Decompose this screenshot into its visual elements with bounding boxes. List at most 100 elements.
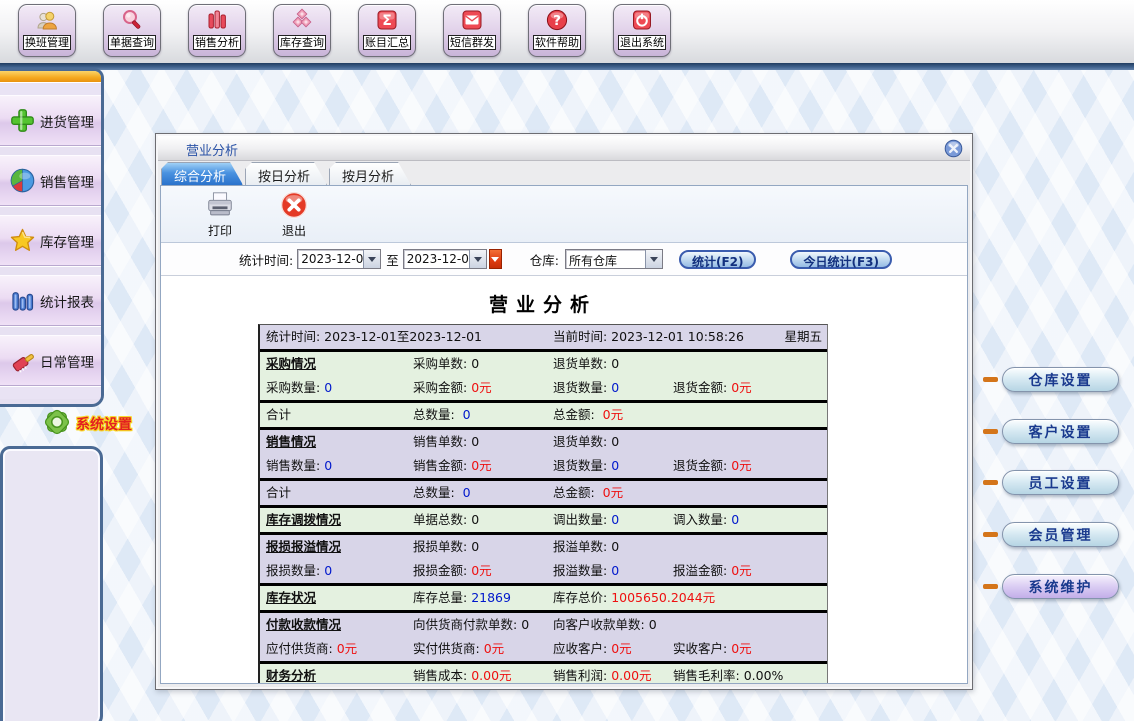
side-button-2[interactable]: 员工设置 <box>1002 470 1119 495</box>
report-cell: 退货单数: 0 <box>547 352 667 376</box>
report-cell: 合计 <box>260 403 407 427</box>
tab-0[interactable]: 综合分析 <box>161 162 243 185</box>
chevron-down-icon[interactable] <box>645 250 662 268</box>
report-cell: 报损金额: 0元 <box>407 559 547 583</box>
report-cell <box>667 430 827 454</box>
report-cell: 应付供货商: 0元 <box>260 637 407 661</box>
toolbar-button-power[interactable]: 退出系统 <box>613 4 671 57</box>
dialog-title: 营业分析 <box>186 140 238 159</box>
print-label: 打印 <box>208 224 232 238</box>
side-button-4[interactable]: 系统维护 <box>1002 574 1119 599</box>
report-cell: 销售数量: 0 <box>260 454 407 478</box>
report-cell: 销售情况 <box>260 430 407 454</box>
report-text: 报损单数: <box>413 539 471 554</box>
report-row: 采购情况采购单数: 0退货单数: 0 <box>260 349 827 376</box>
report-text: 销售数量: <box>266 458 324 473</box>
exit-button[interactable]: 退出 <box>269 190 319 239</box>
toolbar-button-question[interactable]: ?软件帮助 <box>528 4 586 57</box>
report-cell: 销售金额: 0元 <box>407 454 547 478</box>
report-text: 应付供货商: <box>266 641 337 656</box>
report-cell: 库存总量: 21869 <box>407 586 547 610</box>
report-cell: 财务分析 <box>260 664 407 683</box>
toolbar-button-bar-chart[interactable]: 销售分析 <box>188 4 246 57</box>
report-text: 调出数量: <box>553 512 611 527</box>
side-button-1[interactable]: 客户设置 <box>1002 419 1119 444</box>
report-text: 销售金额: <box>413 458 471 473</box>
side-button-3[interactable]: 会员管理 <box>1002 522 1119 547</box>
report-text: 0元 <box>731 563 751 578</box>
report-text: 0 <box>611 563 619 578</box>
report-text: 0 <box>611 356 619 371</box>
svg-text:Σ: Σ <box>382 13 392 29</box>
report-text: 0 <box>471 512 479 527</box>
sidebar-item-4[interactable]: 日常管理 <box>0 335 101 386</box>
report-cell: 统计时间: 2023-12-01至2023-12-01 <box>260 325 547 349</box>
report-text: 退货金额: <box>673 458 731 473</box>
report-cell: 退货数量: 0 <box>547 454 667 478</box>
print-button[interactable]: 打印 <box>195 190 245 239</box>
report-text: 0元 <box>611 641 631 656</box>
sidebar-item-3[interactable]: 统计报表 <box>0 275 101 326</box>
report-cell: 销售毛利率: 0.00% <box>667 664 827 683</box>
dialog-titlebar[interactable]: 营业分析 <box>158 136 970 161</box>
report-cell: 库存状况 <box>260 586 407 610</box>
report-cell: 报溢数量: 0 <box>547 559 667 583</box>
gear-icon <box>42 407 72 441</box>
report-text: 0元 <box>603 485 623 500</box>
report-text: 0元 <box>731 458 751 473</box>
report-text: 报溢数量: <box>553 563 611 578</box>
report-text: 合计 <box>266 485 291 500</box>
date-to-select[interactable]: 2023-12-01 <box>403 249 487 269</box>
app-window: 换班管理单据查询 销售分析库存查询 Σ账目汇总短信群发 ?软件帮助退出系统 进货管理销… <box>0 0 1134 721</box>
report-text: 退货单数: <box>553 356 611 371</box>
report-text: 单据总数: <box>413 512 471 527</box>
report-cell: 采购单数: 0 <box>407 352 547 376</box>
stat-button[interactable]: 统计(F2) <box>679 250 757 269</box>
sidebar-strip <box>0 82 101 95</box>
report-row: 销售情况销售单数: 0退货单数: 0 <box>260 427 827 454</box>
star-icon <box>7 227 37 254</box>
report-text: 报损数量: <box>266 563 324 578</box>
warehouse-label: 仓库: <box>530 250 559 269</box>
date-range-dropdown-button[interactable] <box>489 249 502 269</box>
sidebar-item-0[interactable]: 进货管理 <box>0 95 101 146</box>
date-from-select[interactable]: 2023-12-01 <box>297 249 381 269</box>
sidebar-strip <box>0 386 101 399</box>
tab-1[interactable]: 按日分析 <box>245 162 327 185</box>
side-button-0[interactable]: 仓库设置 <box>1002 367 1119 392</box>
report-cell: 采购情况 <box>260 352 407 376</box>
toolbar-button-envelope[interactable]: 短信群发 <box>443 4 501 57</box>
shift-people-icon <box>35 6 59 33</box>
report-cell: 采购数量: 0 <box>260 376 407 400</box>
report-cell: 总金额: 0元 <box>547 403 667 427</box>
report-cell: 库存总价: 1005650.2044元 <box>547 586 827 610</box>
tab-2[interactable]: 按月分析 <box>329 162 411 185</box>
toolbar-button-shift-people[interactable]: 换班管理 <box>18 4 76 57</box>
report-text: 合计 <box>266 407 291 422</box>
sidebar-item-1[interactable]: 销售管理 <box>0 155 101 206</box>
report-row: 报损报溢情况报损单数: 0报溢单数: 0 <box>260 532 827 559</box>
report-cell: 退货金额: 0元 <box>667 376 827 400</box>
report-text: 0 <box>324 458 332 473</box>
today-stat-button[interactable]: 今日统计(F3) <box>790 250 892 269</box>
toolbar-button-label: 单据查询 <box>108 35 156 50</box>
report-cell: 付款收款情况 <box>260 613 407 637</box>
report-cell <box>667 481 827 505</box>
report-row: 报损数量: 0报损金额: 0元报溢数量: 0报溢金额: 0元 <box>260 559 827 583</box>
toolbar-button-gems[interactable]: 库存查询 <box>273 4 331 57</box>
warehouse-select[interactable]: 所有仓库 <box>565 249 663 269</box>
report-text: 0元 <box>603 407 623 422</box>
sidebar-item-system-settings[interactable]: 系统设置 <box>42 407 132 441</box>
report-text: 总金额: <box>553 485 603 500</box>
report-cell: 应收客户: 0元 <box>547 637 667 661</box>
report-row: 应付供货商: 0元实付供货商: 0元应收客户: 0元实收客户: 0元 <box>260 637 827 661</box>
toolbar-button-magnifier[interactable]: 单据查询 <box>103 4 161 57</box>
report-text: 报损金额: <box>413 563 471 578</box>
toolbar-button-sigma[interactable]: Σ账目汇总 <box>358 4 416 57</box>
close-icon[interactable] <box>944 139 963 158</box>
sidebar-item-2[interactable]: 库存管理 <box>0 215 101 266</box>
chevron-down-icon[interactable] <box>469 250 486 268</box>
chevron-down-icon[interactable] <box>363 250 380 268</box>
report-cell: 调入数量: 0 <box>667 508 827 532</box>
report-cell: 报溢单数: 0 <box>547 535 667 559</box>
